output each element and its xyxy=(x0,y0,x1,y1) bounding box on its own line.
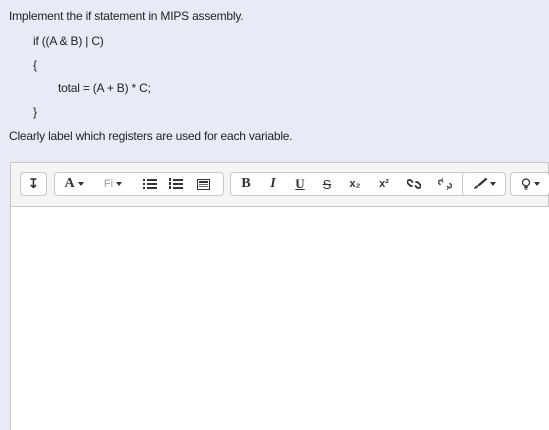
toolbar-group-format: B I U S x₂ x² xyxy=(230,172,471,196)
italic-icon: I xyxy=(270,176,276,191)
media-icon xyxy=(196,178,210,190)
strikethrough-button[interactable]: S xyxy=(315,173,339,195)
editor-toolbar: ↧ A Fi B I U S x₂ x² xyxy=(10,162,549,206)
toolbar-group-style xyxy=(462,172,506,196)
code-open-brace: { xyxy=(33,58,37,72)
lightbulb-icon xyxy=(521,178,530,190)
toolbar-group-hint xyxy=(510,172,549,196)
question-instruction: Clearly label which registers are used f… xyxy=(9,129,293,143)
toolbar-group-font: A Fi xyxy=(54,172,224,196)
unlink-icon xyxy=(438,178,452,190)
question-text: Implement the if statement in MIPS assem… xyxy=(0,0,549,160)
subscript-icon: x₂ xyxy=(349,178,361,190)
font-family-label: Fi xyxy=(103,178,114,190)
code-close-brace: } xyxy=(33,105,37,119)
superscript-button[interactable]: x² xyxy=(371,173,397,195)
unordered-list-icon xyxy=(143,179,157,189)
link-icon xyxy=(407,179,421,189)
toolbar-group-toggle: ↧ xyxy=(20,172,47,196)
editor-text xyxy=(11,207,549,223)
chevron-down-icon xyxy=(489,182,496,186)
unordered-list-button[interactable] xyxy=(139,173,161,195)
font-family-button[interactable]: Fi xyxy=(95,173,131,195)
editor-content-area[interactable] xyxy=(10,206,549,430)
chevron-down-icon xyxy=(533,182,540,186)
strikethrough-icon: S xyxy=(322,176,332,192)
lightbulb-button[interactable] xyxy=(511,173,549,195)
paint-style-button[interactable] xyxy=(463,173,505,195)
font-size-button[interactable]: A xyxy=(59,173,89,195)
chevron-down-icon xyxy=(116,182,123,186)
bold-icon: B xyxy=(241,176,251,191)
question-intro: Implement the if statement in MIPS assem… xyxy=(9,9,244,23)
code-line-if: if ((A & B) | C) xyxy=(33,34,104,48)
subscript-button[interactable]: x₂ xyxy=(342,173,368,195)
unlink-button[interactable] xyxy=(431,173,459,195)
italic-button[interactable]: I xyxy=(261,173,285,195)
bold-button[interactable]: B xyxy=(234,173,258,195)
superscript-icon: x² xyxy=(379,178,389,190)
toolbar-toggle-button[interactable]: ↧ xyxy=(21,173,46,195)
collapse-arrow-icon: ↧ xyxy=(28,176,39,191)
font-size-icon: A xyxy=(64,176,75,191)
underline-icon: U xyxy=(295,176,305,191)
paintbrush-icon xyxy=(473,178,487,189)
link-button[interactable] xyxy=(401,173,427,195)
code-body: total = (A + B) * C; xyxy=(58,81,151,95)
chevron-down-icon xyxy=(77,182,84,186)
ordered-list-icon xyxy=(169,178,183,189)
ordered-list-button[interactable] xyxy=(165,173,187,195)
media-button[interactable] xyxy=(191,173,215,195)
underline-button[interactable]: U xyxy=(288,173,312,195)
